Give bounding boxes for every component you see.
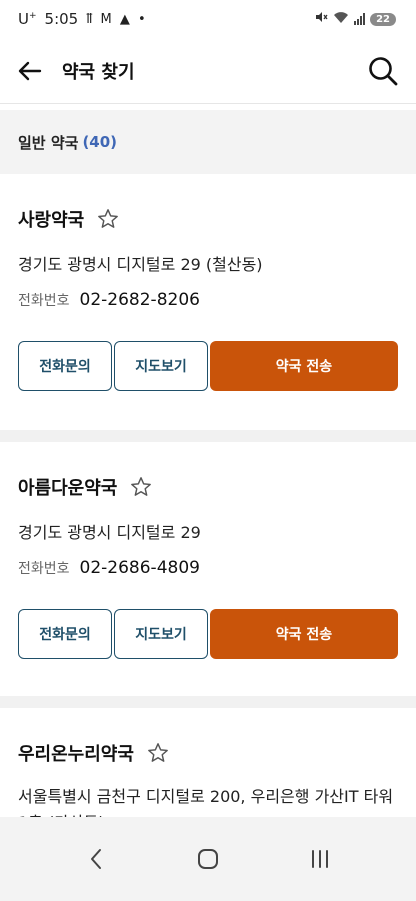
section-header: 일반 약국 (40) [0, 110, 416, 174]
send-pharmacy-button[interactable]: 약국 전송 [210, 341, 398, 391]
nav-back-icon[interactable] [76, 839, 116, 879]
send-pharmacy-button[interactable]: 약국 전송 [210, 609, 398, 659]
status-right: 22 [314, 10, 396, 28]
card-title-row: 우리온누리약국 [18, 740, 398, 766]
star-icon[interactable] [96, 207, 120, 231]
nav-home-icon[interactable] [188, 839, 228, 879]
call-button[interactable]: 전화문의 [18, 609, 112, 659]
star-icon[interactable] [129, 475, 153, 499]
status-bar: U+ 5:05 ỻ M ▲ • 22 [0, 0, 416, 38]
status-left: U+ 5:05 ỻ M ▲ • [18, 10, 148, 28]
arrow-left-icon[interactable] [16, 57, 44, 85]
page-title: 약국 찾기 [62, 61, 135, 83]
pharmacy-name: 아름다운약국 [18, 478, 118, 499]
card-divider [0, 696, 416, 708]
star-icon[interactable] [146, 741, 170, 765]
nav-recents-icon[interactable] [300, 839, 340, 879]
button-row: 전화문의 지도보기 약국 전송 [18, 341, 398, 391]
button-row: 전화문의 지도보기 약국 전송 [18, 609, 398, 659]
card-title-row: 아름다운약국 [18, 474, 398, 500]
signal-icon [354, 13, 366, 25]
search-icon[interactable] [366, 54, 400, 88]
pharmacy-address: 경기도 광명시 디지털로 29 [18, 523, 201, 542]
notification-icons: ỻ M ▲ • [86, 11, 148, 27]
pharmacy-card: 사랑약국 경기도 광명시 디지털로 29 (철산동) 전화번호 02-2682-… [0, 174, 416, 430]
pharmacy-name: 우리온누리약국 [18, 744, 134, 765]
system-nav-bar [0, 817, 416, 901]
section-count: (40) [82, 133, 118, 151]
phone-row: 전화번호 02-2686-4809 [18, 558, 398, 578]
phone-number: 02-2686-4809 [79, 558, 200, 578]
battery-icon: 22 [370, 12, 396, 26]
pharmacy-name: 사랑약국 [18, 210, 85, 231]
phone-number: 02-2682-8206 [79, 290, 200, 310]
section-label: 일반 약국 [18, 133, 79, 152]
mute-icon [314, 10, 328, 28]
carrier-label: U+ [18, 10, 37, 28]
map-button[interactable]: 지도보기 [114, 341, 208, 391]
pharmacy-address: 경기도 광명시 디지털로 29 (철산동) [18, 255, 263, 274]
wifi-icon [333, 10, 349, 28]
call-button[interactable]: 전화문의 [18, 341, 112, 391]
pharmacy-card: 아름다운약국 경기도 광명시 디지털로 29 전화번호 02-2686-4809… [0, 442, 416, 696]
pharmacy-card: 우리온누리약국 서울특별시 금천구 디지털로 200, 우리은행 가산IT 타워… [0, 708, 416, 817]
map-button[interactable]: 지도보기 [114, 609, 208, 659]
phone-row: 전화번호 02-2682-8206 [18, 290, 398, 310]
app-header: 약국 찾기 [0, 38, 416, 104]
clock: 5:05 [44, 10, 79, 28]
card-title-row: 사랑약국 [18, 206, 398, 232]
phone-label: 전화번호 [18, 293, 70, 309]
pharmacy-address: 서울특별시 금천구 디지털로 200, 우리은행 가산IT 타워 1층 (가산동… [18, 787, 394, 817]
card-divider [0, 430, 416, 442]
phone-label: 전화번호 [18, 561, 70, 577]
